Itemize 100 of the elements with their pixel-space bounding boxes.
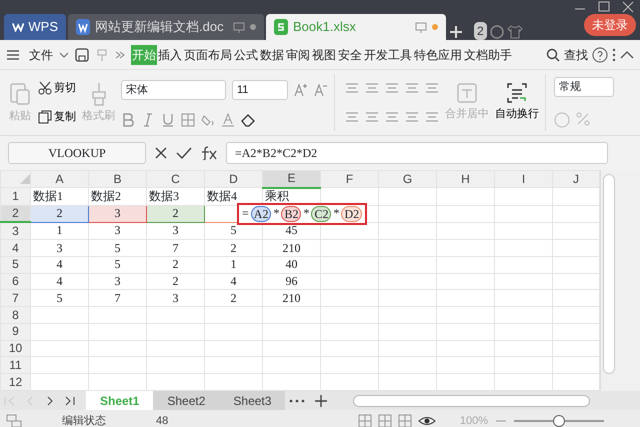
column-header[interactable]: G (378, 170, 436, 188)
menu-icon[interactable] (6, 48, 20, 60)
table-cell: 2 (146, 205, 204, 222)
row-header[interactable]: 2 (0, 205, 30, 222)
row-header[interactable]: 8 (0, 306, 30, 324)
ribbon-tab[interactable]: 安全 (337, 44, 363, 64)
wrap-text-button[interactable]: 自动换行 (495, 82, 539, 123)
ribbon-button[interactable]: 复制 (38, 108, 76, 125)
help-icon[interactable] (592, 46, 608, 62)
more-icon[interactable] (114, 50, 126, 60)
table-cell: 5 (30, 290, 88, 307)
ribbon-tab[interactable]: 页面布局 (183, 44, 233, 64)
row-header[interactable]: 12 (0, 374, 30, 390)
normal-view-icon[interactable] (358, 414, 372, 427)
spreadsheet-icon (274, 19, 288, 35)
column-header[interactable]: B (88, 170, 146, 188)
app-tab[interactable]: WPS (4, 14, 66, 40)
italic-icon[interactable] (141, 113, 155, 128)
row-header[interactable]: 11 (0, 356, 30, 374)
file-menu[interactable]: 文件 (28, 44, 54, 64)
confirm-icon[interactable] (176, 146, 192, 160)
macro-icon[interactable] (6, 414, 22, 427)
eye-icon[interactable] (418, 414, 436, 427)
shrink-font-icon[interactable] (314, 82, 328, 97)
collapse-icon[interactable] (620, 50, 634, 60)
column-header[interactable]: I (494, 170, 552, 188)
table-cell: 2 (30, 205, 88, 222)
logo-icon (12, 22, 24, 32)
unsaved-dot-icon (432, 24, 438, 30)
bold-icon[interactable] (121, 113, 135, 128)
column-header[interactable]: A (30, 170, 88, 188)
sheet-tab[interactable]: Sheet2 (153, 391, 220, 410)
search-icon[interactable] (546, 48, 560, 62)
formula-operator: = (242, 206, 249, 222)
ribbon-tab[interactable]: 数据 (259, 44, 285, 64)
ribbon-tab[interactable]: 文档助手 (463, 44, 513, 64)
column-header[interactable]: C (146, 170, 204, 188)
slider-thumb[interactable] (553, 415, 565, 427)
percent-icon[interactable] (576, 112, 590, 126)
cell-reference: C2 (311, 206, 332, 222)
sheet-tab[interactable]: Sheet3 (219, 391, 286, 410)
border-icon[interactable] (181, 113, 195, 128)
table-cell: 210 (262, 240, 320, 256)
table-cell: 5 (204, 222, 262, 240)
column-header[interactable]: J (552, 170, 600, 188)
ribbon-tab[interactable]: 特色应用 (413, 44, 463, 64)
row-header[interactable]: 7 (0, 290, 30, 307)
more-options-icon[interactable] (611, 48, 617, 62)
row-header[interactable]: 4 (0, 240, 30, 256)
row-header[interactable]: 10 (0, 340, 30, 357)
shirt-icon[interactable] (506, 24, 523, 40)
row-header[interactable]: 1 (0, 188, 30, 206)
login-button[interactable]: 未登录 (584, 14, 636, 36)
ribbon-tab[interactable]: 插入 (157, 44, 183, 64)
table-cell: 数据3 (146, 188, 204, 206)
column-header[interactable]: D (204, 170, 262, 188)
font-color-icon[interactable] (221, 113, 235, 128)
column-header[interactable]: E (262, 170, 320, 188)
table-cell: 96 (262, 273, 320, 290)
row-header[interactable]: 3 (0, 222, 30, 240)
caret-icon[interactable] (59, 50, 69, 58)
tab-count[interactable]: 2 (474, 22, 487, 40)
table-cell: 5 (88, 240, 146, 256)
table-cell: 2 (146, 256, 204, 274)
table-cell: 5 (88, 256, 146, 274)
horizontal-scrollbar[interactable] (353, 394, 590, 406)
scrollbar[interactable] (603, 174, 615, 374)
cancel-icon[interactable] (154, 146, 168, 160)
ribbon-tab[interactable]: 开发工具 (363, 44, 413, 64)
column-header[interactable]: F (320, 170, 378, 188)
row-header[interactable]: 9 (0, 323, 30, 340)
ribbon-tab[interactable]: 视图 (311, 44, 337, 64)
formula-field[interactable]: =A2*B2*C2*D2 (226, 142, 608, 164)
underline-icon[interactable] (161, 113, 175, 128)
save-icon[interactable] (74, 46, 90, 62)
function-icon[interactable] (200, 146, 218, 160)
cell-editor[interactable]: = A2 * B2 * C2 * D2 (237, 202, 368, 225)
ribbon-button[interactable]: 剪切 (38, 80, 76, 96)
grow-font-icon[interactable] (294, 82, 308, 97)
name-box[interactable]: VLOOKUP (8, 142, 146, 164)
eraser-icon[interactable] (241, 113, 255, 128)
scissors-icon (38, 81, 52, 96)
fill-color-icon[interactable] (201, 113, 215, 128)
ribbon-tab[interactable]: 审阅 (285, 44, 311, 64)
row-header[interactable]: 5 (0, 256, 30, 274)
new-tab-icon[interactable] (448, 24, 464, 40)
ribbon-tab[interactable]: 公式 (233, 44, 259, 64)
table-cell: 3 (88, 205, 146, 222)
row-header[interactable]: 6 (0, 273, 30, 290)
column-header[interactable]: H (436, 170, 494, 188)
number-format-field[interactable]: 常规 (554, 77, 614, 98)
document-tab[interactable]: 网站更新编辑文档.doc (68, 14, 264, 40)
table-cell: 3 (30, 240, 88, 256)
table-cell: 210 (262, 290, 320, 307)
format-painter-icon[interactable] (95, 46, 109, 62)
table-cell: 45 (262, 222, 320, 240)
search-button[interactable]: 查找 (563, 44, 589, 64)
font-size-field[interactable]: 11 (232, 80, 288, 100)
font-name-field[interactable]: 宋体 (121, 80, 226, 100)
table-cell: 1 (30, 222, 88, 240)
